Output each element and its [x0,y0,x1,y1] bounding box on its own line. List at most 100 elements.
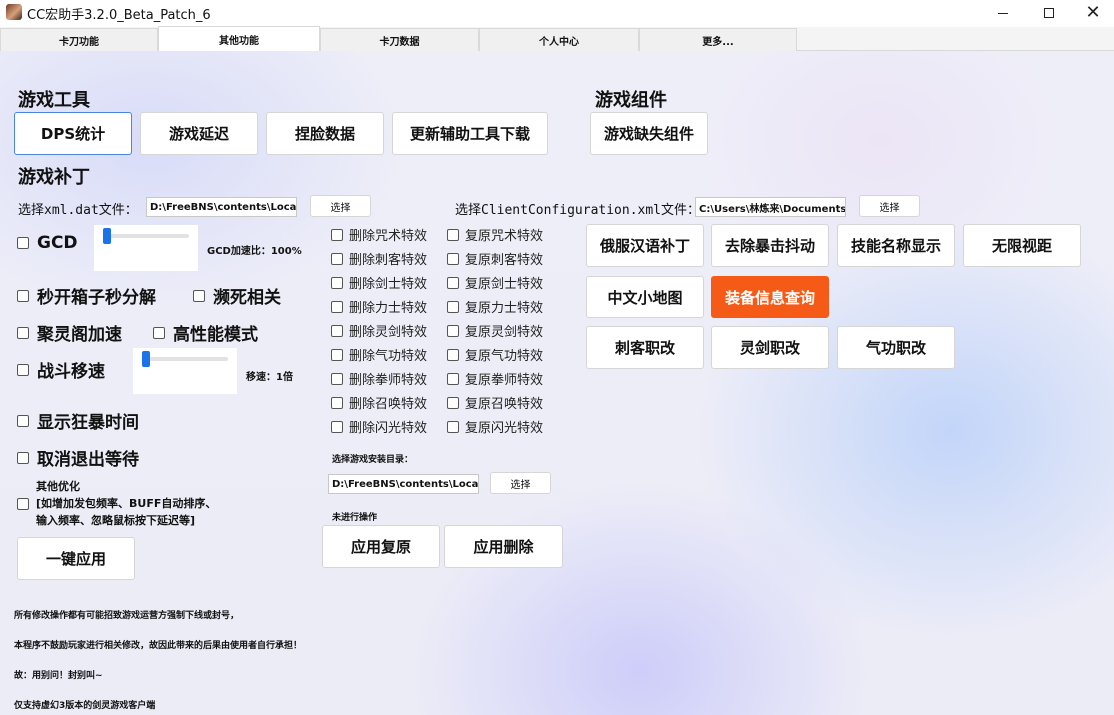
restore-effect-item[interactable]: 复原闪光特效 [447,417,543,436]
install-select-button[interactable]: 选择 [490,472,551,494]
tab-more[interactable]: 更多... [639,28,797,51]
apply-delete-button[interactable]: 应用删除 [444,525,563,568]
restore-effect-checkbox[interactable] [447,300,459,313]
other-opt-checkbox[interactable] [17,498,29,510]
update-tools-button[interactable]: 更新辅助工具下载 [392,112,548,155]
client-config-input[interactable]: C:\Users\林炼来\Documents\BnS\NCWEST\Client… [695,197,846,217]
delete-effect-item[interactable]: 删除力士特效 [331,297,427,316]
restore-effect-item[interactable]: 复原召唤特效 [447,393,543,412]
cancel-wait-label: 取消退出等待 [37,450,139,470]
gcd-slider[interactable] [94,225,198,271]
delete-effect-checkbox[interactable] [331,324,343,337]
delete-effect-item[interactable]: 删除闪光特效 [331,417,427,436]
cancel-wait-checkbox[interactable]: 取消退出等待 [17,445,139,470]
ru-cn-patch-button[interactable]: 俄服汉语补丁 [586,224,704,267]
restore-effect-checkbox[interactable] [447,396,459,409]
box-open-checkbox-box[interactable] [17,289,29,302]
delete-effect-label: 删除气功特效 [349,349,428,364]
delete-effect-item[interactable]: 删除灵剑特效 [331,321,427,340]
xml-path-input[interactable]: D:\FreeBNS\contents\Local\NCWEST\data\xm… [146,197,297,217]
minimize-button[interactable] [980,0,1026,26]
restore-effect-item[interactable]: 复原拳师特效 [447,369,543,388]
rage-time-checkbox-box[interactable] [17,414,29,427]
install-path-input[interactable]: D:\FreeBNS\contents\Local\NCWEST [328,474,479,494]
move-speed-checkbox-box[interactable] [17,363,29,376]
move-speed-slider-thumb[interactable] [142,351,151,367]
delete-effect-checkbox[interactable] [331,420,343,433]
move-speed-checkbox[interactable]: 战斗移速 [17,357,105,382]
main-panel: 游戏工具 DPS统计 游戏延迟 捏脸数据 更新辅助工具下载 游戏补丁 选择xml… [0,51,1114,715]
gcd-label: GCD [37,233,78,253]
tab-kadao-data[interactable]: 卡刀数据 [320,28,479,51]
delete-effect-checkbox[interactable] [331,276,343,289]
restore-effect-checkbox[interactable] [447,252,459,265]
restore-effect-checkbox[interactable] [447,324,459,337]
client-select-button[interactable]: 选择 [859,195,920,217]
delete-effect-checkbox[interactable] [331,372,343,385]
dying-checkbox-box[interactable] [193,289,205,302]
gcd-slider-track[interactable] [103,234,189,238]
restore-effect-item[interactable]: 复原力士特效 [447,297,543,316]
delete-effect-item[interactable]: 删除拳师特效 [331,369,427,388]
cn-minimap-button[interactable]: 中文小地图 [586,276,704,318]
box-open-checkbox[interactable]: 秒开箱子秒分解 [17,283,156,308]
dying-checkbox[interactable]: 濒死相关 [193,283,281,308]
restore-effect-item[interactable]: 复原灵剑特效 [447,321,543,340]
delete-effect-item[interactable]: 删除召唤特效 [331,393,427,412]
delete-effect-item[interactable]: 删除刺客特效 [331,249,427,268]
performance-checkbox-box[interactable] [153,326,165,339]
skill-name-button[interactable]: 技能名称显示 [837,224,955,267]
restore-effect-checkbox[interactable] [447,228,459,241]
operation-status: 未进行操作 [332,513,378,523]
assassin-job-button[interactable]: 刺客职改 [586,326,704,369]
maximize-button[interactable] [1026,0,1072,26]
apply-restore-button[interactable]: 应用复原 [322,525,440,568]
infinite-view-button[interactable]: 无限视距 [963,224,1081,267]
qigong-job-button[interactable]: 气功职改 [837,326,955,369]
restore-effect-item[interactable]: 复原咒术特效 [447,225,543,244]
equipment-query-button[interactable]: 装备信息查询 [711,276,829,318]
cancel-wait-checkbox-box[interactable] [17,451,29,464]
restore-effect-item[interactable]: 复原剑士特效 [447,273,543,292]
move-speed-slider-track[interactable] [142,357,228,361]
soulblade-job-button[interactable]: 灵剑职改 [711,326,829,369]
delete-effect-checkbox[interactable] [331,396,343,409]
delete-effect-item[interactable]: 删除咒术特效 [331,225,427,244]
restore-effect-item[interactable]: 复原气功特效 [447,345,543,364]
dying-label: 濒死相关 [213,288,281,308]
window-title: CC宏助手3.2.0_Beta_Patch_6 [27,8,211,23]
gcd-ratio: GCD加速比：100% [207,246,302,257]
juling-checkbox-box[interactable] [17,326,29,339]
delete-effect-checkbox[interactable] [331,300,343,313]
missing-components-button[interactable]: 游戏缺失组件 [590,112,708,155]
delete-effect-checkbox[interactable] [331,228,343,241]
performance-checkbox[interactable]: 高性能模式 [153,320,258,345]
remove-crit-shake-button[interactable]: 去除暴击抖动 [711,224,829,267]
gcd-checkbox-box[interactable] [17,237,29,249]
rage-time-checkbox[interactable]: 显示狂暴时间 [17,408,139,433]
restore-effect-checkbox[interactable] [447,372,459,385]
tab-kadao[interactable]: 卡刀功能 [0,28,158,51]
close-button[interactable]: ✕ [1070,0,1114,26]
note-responsibility: 本程序不鼓励玩家进行相关修改，故因此带来的后果由使用者自行承担！ [14,641,303,651]
latency-button[interactable]: 游戏延迟 [140,112,258,155]
gcd-checkbox[interactable]: GCD [17,233,78,253]
tab-profile[interactable]: 个人中心 [479,28,639,51]
apply-all-button[interactable]: 一键应用 [17,537,135,580]
delete-effect-item[interactable]: 删除气功特效 [331,345,427,364]
restore-effect-checkbox[interactable] [447,348,459,361]
gcd-slider-thumb[interactable] [103,228,112,244]
delete-effect-item[interactable]: 删除剑士特效 [331,273,427,292]
restore-effect-checkbox[interactable] [447,276,459,289]
tab-other[interactable]: 其他功能 [158,26,320,51]
move-speed-slider[interactable] [133,348,237,394]
xml-select-button[interactable]: 选择 [310,195,371,217]
restore-effect-checkbox[interactable] [447,420,459,433]
other-opt-line2: 输入频率、忽略鼠标按下延迟等] [36,514,196,527]
delete-effect-checkbox[interactable] [331,348,343,361]
delete-effect-checkbox[interactable] [331,252,343,265]
juling-checkbox[interactable]: 聚灵阁加速 [17,320,122,345]
restore-effect-item[interactable]: 复原刺客特效 [447,249,543,268]
dps-button[interactable]: DPS统计 [14,112,132,155]
face-data-button[interactable]: 捏脸数据 [266,112,384,155]
